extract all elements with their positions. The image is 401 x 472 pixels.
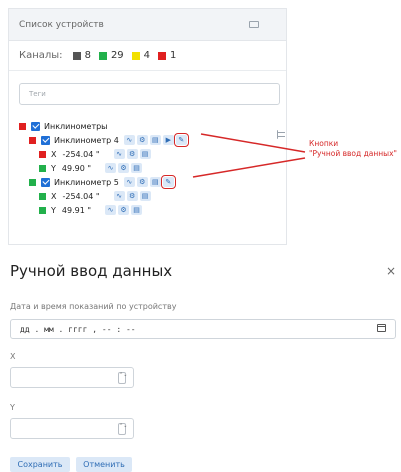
channel-count-red: 1 xyxy=(158,50,176,61)
status-green-icon xyxy=(39,206,46,214)
gear-icon[interactable]: ⚙ xyxy=(126,191,138,201)
channel-count-yellow: 4 xyxy=(131,50,150,61)
table-icon[interactable]: ▤ xyxy=(131,163,143,173)
chart-icon[interactable]: ∿ xyxy=(113,191,125,201)
header-icons xyxy=(249,20,285,139)
chart-icon[interactable]: ∿ xyxy=(105,205,117,215)
device-actions: ∿ ⚙ ▤ ✎ xyxy=(123,175,176,189)
chart-icon[interactable]: ∿ xyxy=(123,177,135,187)
status-green-icon xyxy=(29,178,36,186)
channel-actions: ∿ ⚙ ▤ xyxy=(105,205,143,215)
channel-count-green: 29 xyxy=(98,50,124,61)
gear-icon[interactable]: ⚙ xyxy=(136,177,148,187)
panel-title: Список устройств xyxy=(19,19,104,30)
manual-input-icon[interactable]: ✎ xyxy=(173,133,189,147)
device-checkbox[interactable] xyxy=(41,135,50,145)
y-input[interactable]: ⌃⌄ xyxy=(10,418,134,439)
x-input[interactable]: ⌃⌄ xyxy=(10,367,134,388)
x-label: X xyxy=(10,352,16,361)
gear-icon[interactable]: ⚙ xyxy=(118,205,130,215)
channel-actions: ∿ ⚙ ▤ xyxy=(113,149,151,159)
spinner-icon[interactable]: ⌃⌄ xyxy=(118,372,127,384)
tree-root[interactable]: Инклинометры xyxy=(19,119,187,133)
channels-summary: Каналы: 8 29 4 1 xyxy=(9,41,286,71)
date-label: Дата и время показаний по устройству xyxy=(10,302,177,311)
spinner-icon[interactable]: ⌃⌄ xyxy=(118,423,127,435)
annotation-text: Кнопки "Ручной ввод данных" xyxy=(309,139,397,158)
gray-square-icon xyxy=(72,51,81,60)
green-square-icon xyxy=(98,51,107,60)
channel-row[interactable]: Y 49.91 " ∿ ⚙ ▤ xyxy=(19,203,187,217)
manual-input-icon[interactable]: ✎ xyxy=(160,175,176,189)
axis-label: X xyxy=(51,191,57,201)
channels-label: Каналы: xyxy=(19,50,63,61)
axis-label: Y xyxy=(51,205,56,215)
device-row-4[interactable]: Инклинометр 4 ∿ ⚙ ▤ ▶ ✎ xyxy=(19,133,189,147)
yellow-square-icon xyxy=(131,51,140,60)
device-list-panel: Список устройств Каналы: 8 29 4 1 Теги И… xyxy=(8,8,287,245)
status-red-icon xyxy=(29,136,36,144)
device-actions: ∿ ⚙ ▤ ▶ ✎ xyxy=(123,133,189,147)
list-view-icon[interactable] xyxy=(249,21,259,28)
table-icon[interactable]: ▤ xyxy=(131,205,143,215)
channel-actions: ∿ ⚙ ▤ xyxy=(113,191,151,201)
y-label: Y xyxy=(10,403,15,412)
channel-row[interactable]: Y 49.90 " ∿ ⚙ ▤ xyxy=(19,161,187,175)
calendar-icon[interactable] xyxy=(377,324,386,332)
gear-icon[interactable]: ⚙ xyxy=(126,149,138,159)
device-row-5[interactable]: Инклинометр 5 ∿ ⚙ ▤ ✎ xyxy=(19,175,187,189)
video-icon[interactable]: ▶ xyxy=(162,135,174,145)
channel-value: 49.90 " xyxy=(61,163,92,173)
device-tree: Инклинометры Инклинометр 4 ∿ ⚙ ▤ ▶ ✎ X -… xyxy=(19,119,189,217)
channel-value: -254.04 " xyxy=(62,149,100,159)
tree-root-label: Инклинометры xyxy=(44,121,108,131)
panel-header: Список устройств xyxy=(9,9,286,139)
chart-icon[interactable]: ∿ xyxy=(113,149,125,159)
table-icon[interactable]: ▤ xyxy=(149,135,161,145)
channel-row[interactable]: X -254.04 " ∿ ⚙ ▤ xyxy=(19,189,187,203)
channel-actions: ∿ ⚙ ▤ xyxy=(105,163,143,173)
status-green-icon xyxy=(39,164,46,172)
device-label: Инклинометр 5 xyxy=(54,177,119,187)
axis-label: Y xyxy=(51,163,56,173)
axis-label: X xyxy=(51,149,57,159)
gear-icon[interactable]: ⚙ xyxy=(118,163,130,173)
status-red-icon xyxy=(39,150,46,158)
table-icon[interactable]: ▤ xyxy=(139,191,151,201)
status-green-icon xyxy=(39,192,46,200)
table-icon[interactable]: ▤ xyxy=(139,149,151,159)
channel-value: 49.91 " xyxy=(61,205,92,215)
device-checkbox[interactable] xyxy=(41,177,50,187)
device-label: Инклинометр 4 xyxy=(54,135,119,145)
close-icon[interactable]: × xyxy=(386,264,396,278)
status-red-icon xyxy=(19,122,26,130)
red-square-icon xyxy=(158,51,167,60)
channel-count-gray: 8 xyxy=(72,50,91,61)
channel-value: -254.04 " xyxy=(62,191,100,201)
modal-title: Ручной ввод данных xyxy=(10,262,173,280)
tree-view-icon[interactable] xyxy=(277,130,286,139)
chart-icon[interactable]: ∿ xyxy=(123,135,135,145)
channel-row[interactable]: X -254.04 " ∿ ⚙ ▤ xyxy=(19,147,187,161)
gear-icon[interactable]: ⚙ xyxy=(136,135,148,145)
datetime-input[interactable]: дд . мм . гггг , -- : -- xyxy=(10,319,396,339)
root-checkbox[interactable] xyxy=(31,121,40,131)
table-icon[interactable]: ▤ xyxy=(149,177,161,187)
chart-icon[interactable]: ∿ xyxy=(105,163,117,173)
tags-input[interactable]: Теги xyxy=(19,83,280,105)
